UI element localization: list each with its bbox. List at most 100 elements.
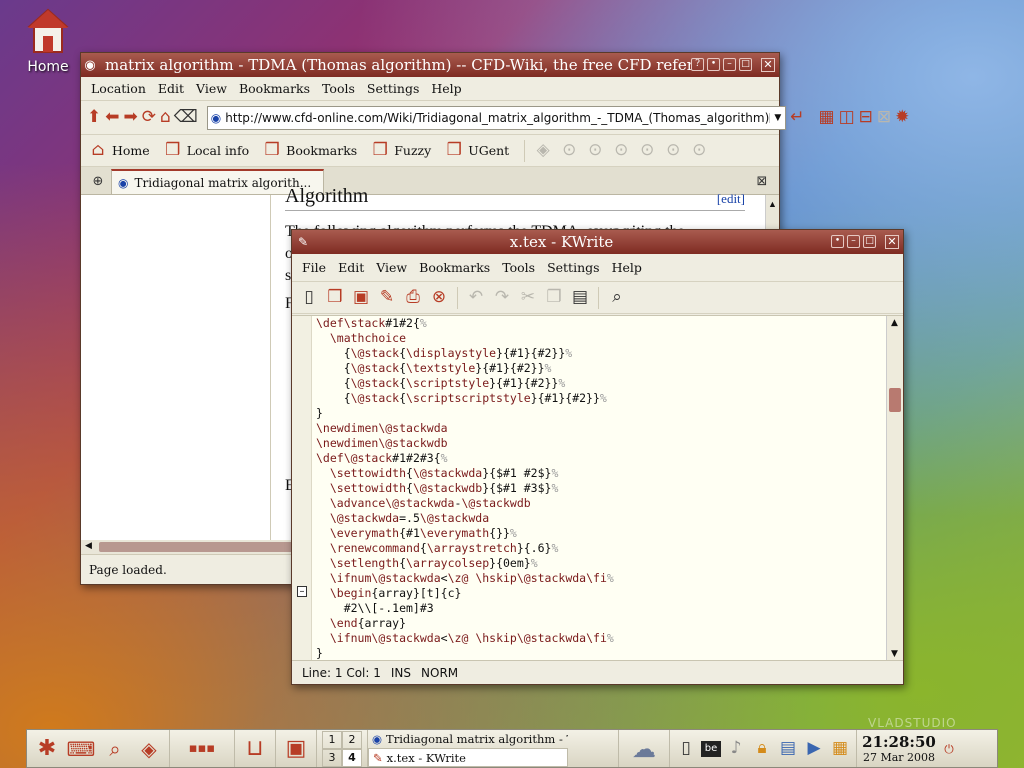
minimize-icon[interactable]: – <box>847 235 860 248</box>
scroll-down-icon[interactable]: ▼ <box>891 649 898 659</box>
minimize-icon[interactable]: – <box>723 58 736 71</box>
redo-icon[interactable]: ↷ <box>491 287 513 309</box>
bookmark-bookmarks[interactable]: ❒ Bookmarks <box>261 140 365 162</box>
clock[interactable]: 21:28:50 27 Mar 2008 <box>857 733 941 764</box>
scroll-up-icon[interactable]: ▲ <box>768 199 777 209</box>
code-line[interactable]: \newdimen\@stackwda <box>316 421 886 436</box>
menu-settings[interactable]: Settings <box>541 260 605 275</box>
clear-location-icon[interactable]: ⌫ <box>174 107 198 129</box>
save-as-icon[interactable]: ✎ <box>376 287 398 309</box>
copy-icon[interactable]: ❐ <box>543 287 565 309</box>
menu-help[interactable]: Help <box>606 260 648 275</box>
bug-icon[interactable]: ✹ <box>895 107 909 129</box>
logout-icon[interactable]: ⏻ <box>941 738 957 760</box>
menu-edit[interactable]: Edit <box>332 260 370 275</box>
code-line[interactable]: {\@stack{\textstyle}{#1}{#2}}% <box>316 361 886 376</box>
code-line[interactable]: \newdimen\@stackwdb <box>316 436 886 451</box>
editor-scroll-thumb[interactable] <box>889 388 901 412</box>
menu-tools[interactable]: Tools <box>316 81 361 96</box>
up-arrow-icon[interactable]: ⬆ <box>87 107 101 129</box>
nav-next-icon[interactable]: ⊙ <box>662 140 684 162</box>
nav-up-icon[interactable]: ⊙ <box>558 140 580 162</box>
code-line[interactable]: {\@stack{\scriptstyle}{#1}{#2}}% <box>316 376 886 391</box>
code-line[interactable]: {\@stack{\scriptscriptstyle}{#1}{#2}}% <box>316 391 886 406</box>
code-line[interactable]: \renewcommand{\arraystretch}{.6}% <box>316 541 886 556</box>
close-icon[interactable]: ✕ <box>761 58 775 72</box>
desktop-4[interactable]: 4 <box>342 748 362 767</box>
text-editor[interactable]: – \def\stack#1#2{% \mathchoice {\@stack{… <box>292 315 903 661</box>
url-text[interactable]: http://www.cfd-online.com/Wiki/Tridiagon… <box>221 111 769 125</box>
code-line[interactable]: } <box>316 406 886 421</box>
browser-icon[interactable]: ◈ <box>134 738 164 760</box>
bookmark-local-info[interactable]: ❒ Local info <box>162 140 257 162</box>
code-content[interactable]: \def\stack#1#2{% \mathchoice {\@stack{\d… <box>316 316 886 661</box>
menu-tools[interactable]: Tools <box>496 260 541 275</box>
menu-bookmarks[interactable]: Bookmarks <box>413 260 496 275</box>
code-line[interactable]: \def\@stack#1#2#3{% <box>316 451 886 466</box>
bookmark-add-icon[interactable]: ◈ <box>532 140 554 162</box>
code-line[interactable]: \@stackwda=.5\@stackwda <box>316 511 886 526</box>
klipper-icon[interactable]: ▯ <box>675 738 697 760</box>
maximize-icon[interactable]: □ <box>863 235 876 248</box>
system-icon[interactable]: ⌨ <box>66 738 96 760</box>
konqueror-app-icon[interactable]: ◉ <box>81 54 99 76</box>
code-line[interactable]: \def\stack#1#2{% <box>316 316 886 331</box>
weather-icon[interactable]: ☁ <box>624 737 664 761</box>
code-line[interactable]: \settowidth{\@stackwda}{$#1 #2$}% <box>316 466 886 481</box>
sticky-icon[interactable]: • <box>831 235 844 248</box>
find-icon[interactable]: ⌕ <box>606 287 628 309</box>
bookmark-fuzzy[interactable]: ❒ Fuzzy <box>369 140 439 162</box>
reload-icon[interactable]: ⟳ <box>142 107 156 129</box>
print-icon[interactable]: ⎙ <box>402 287 424 309</box>
maximize-icon[interactable]: □ <box>739 58 752 71</box>
nav-first-icon[interactable]: ⊙ <box>610 140 632 162</box>
split-horizontal-icon[interactable]: ⊟ <box>859 107 873 129</box>
chevron-down-icon[interactable]: ▼ <box>769 112 785 123</box>
go-icon[interactable]: ↵ <box>790 107 804 129</box>
edit-link[interactable]: [edit] <box>717 191 745 207</box>
close-icon[interactable]: ✕ <box>885 235 899 249</box>
calendar-icon[interactable]: ▦ <box>819 107 835 129</box>
save-icon[interactable]: ▣ <box>350 287 372 309</box>
sticky-icon[interactable]: • <box>707 58 720 71</box>
home-icon[interactable]: ⌂ <box>160 107 171 129</box>
konqueror-titlebar[interactable]: ◉ matrix algorithm - TDMA (Thomas algori… <box>81 53 779 77</box>
code-line[interactable]: \advance\@stackwda-\@stackwdb <box>316 496 886 511</box>
code-line[interactable]: #2\\[-.1em]#3 <box>316 601 886 616</box>
nav-last-icon[interactable]: ⊙ <box>688 140 710 162</box>
paste-icon[interactable]: ▤ <box>569 287 591 309</box>
code-line[interactable]: \setlength{\arraycolsep}{0em}% <box>316 556 886 571</box>
kwrite-titlebar[interactable]: ✎ x.tex - KWrite • – □ ✕ <box>292 230 903 254</box>
desktop-2[interactable]: 2 <box>342 730 362 749</box>
task-konqueror[interactable]: ◉ Tridiagonal matrix algorithm - TDMA <box>368 730 568 748</box>
kmenu-icon[interactable]: ✱ <box>32 737 62 760</box>
search-icon[interactable]: ⌕ <box>100 738 130 760</box>
menu-edit[interactable]: Edit <box>152 81 190 96</box>
nav-top-icon[interactable]: ⊙ <box>584 140 606 162</box>
code-line[interactable]: \end{array} <box>316 616 886 631</box>
code-line[interactable]: \mathchoice <box>316 331 886 346</box>
cut-icon[interactable]: ✂ <box>517 287 539 309</box>
editor-vertical-scrollbar[interactable]: ▲ ▼ <box>886 316 903 661</box>
task-kwrite[interactable]: ✎ x.tex - KWrite <box>368 748 568 767</box>
selection-mode[interactable]: NORM <box>421 666 458 680</box>
open-folder-icon[interactable]: ❒ <box>324 287 346 309</box>
bookmark-ugent[interactable]: ❒ UGent <box>443 140 517 162</box>
code-line[interactable]: \begin{array}[t]{c} <box>316 586 886 601</box>
new-tab-icon[interactable]: ⊕ <box>87 170 109 192</box>
code-line[interactable]: \everymath{#1\everymath{}}% <box>316 526 886 541</box>
code-line[interactable]: \ifnum\@stackwda<\z@ \hskip\@stackwda\fi… <box>316 631 886 646</box>
insert-mode[interactable]: INS <box>391 666 411 680</box>
menu-location[interactable]: Location <box>85 81 152 96</box>
code-line[interactable]: {\@stack{\displaystyle}{#1}{#2}}% <box>316 346 886 361</box>
quick-launch-icon[interactable]: ▪▪▪ <box>175 738 229 760</box>
floppy-icon[interactable]: ▣ <box>281 737 311 760</box>
scroll-left-icon[interactable]: ◀ <box>85 541 92 551</box>
scroll-up-icon[interactable]: ▲ <box>891 318 898 328</box>
close-tab-icon[interactable]: ⊠ <box>751 170 773 192</box>
notes-icon[interactable]: ▦ <box>829 738 851 760</box>
new-document-icon[interactable]: ▯ <box>298 287 320 309</box>
undo-icon[interactable]: ↶ <box>465 287 487 309</box>
location-bar[interactable]: ◉ http://www.cfd-online.com/Wiki/Tridiag… <box>206 105 787 130</box>
horizontal-scroll-thumb[interactable] <box>99 542 299 552</box>
